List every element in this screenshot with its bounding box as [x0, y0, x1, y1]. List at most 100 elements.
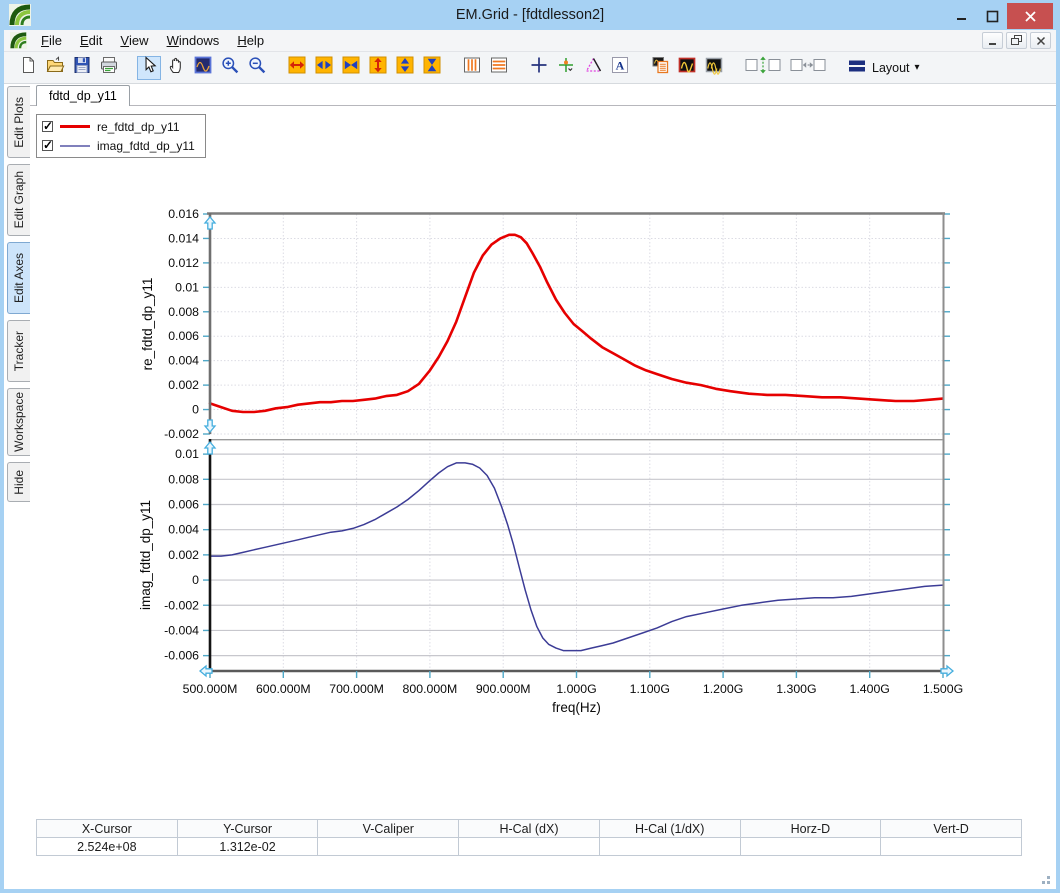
child-restore-button[interactable]	[1006, 32, 1027, 49]
vertical-gridlines-button[interactable]	[460, 56, 484, 80]
x-tick-label: 800.000M	[403, 682, 458, 696]
y-tick-label: 0.012	[168, 256, 199, 270]
expand-horizontal-button[interactable]	[285, 56, 309, 80]
y-axis-label: imag_fdtd_dp_y11	[138, 500, 153, 610]
axes-marker-icon	[556, 55, 576, 80]
layout-label: Layout	[872, 61, 910, 75]
y-tick-label: 0.008	[168, 472, 199, 486]
new-document-icon	[18, 55, 38, 80]
status-value	[741, 838, 882, 856]
child-close-button[interactable]	[1030, 32, 1051, 49]
y-tick-label: 0.014	[168, 231, 199, 245]
legend-checkbox[interactable]	[42, 121, 53, 132]
legend-checkbox[interactable]	[42, 140, 53, 151]
x-axis-label: freq(Hz)	[552, 700, 601, 715]
print-icon	[99, 55, 119, 80]
zoom-window-icon	[193, 55, 213, 80]
shrink-vertical-button[interactable]	[393, 56, 417, 80]
new-document-button[interactable]	[16, 56, 40, 80]
sidebar-tab-edit-axes[interactable]: Edit Axes	[7, 242, 30, 314]
status-value: 1.312e-02	[178, 838, 319, 856]
save-button[interactable]	[70, 56, 94, 80]
plot-list-icon	[650, 55, 670, 80]
fit-horizontal-button[interactable]	[339, 56, 363, 80]
x-tick-label: 900.000M	[476, 682, 531, 696]
select-cursor-button[interactable]	[137, 56, 161, 80]
cross-marker-button[interactable]	[527, 56, 551, 80]
y-tick-label: 0	[192, 573, 199, 587]
menu-file[interactable]: File	[32, 30, 71, 51]
chart[interactable]: 0.0160.0140.0120.010.0080.0060.0040.0020…	[130, 197, 965, 722]
child-minimize-button[interactable]	[982, 32, 1003, 49]
document-tab[interactable]: fdtd_dp_y11	[36, 85, 130, 106]
text-label-icon: A	[610, 55, 630, 80]
title-bar: EM.Grid - [fdtdlesson2]	[4, 0, 1056, 30]
split-horizontal-button[interactable]	[787, 56, 829, 80]
sidebar-tab-hide[interactable]: Hide	[7, 462, 30, 502]
menu-edit[interactable]: Edit	[71, 30, 111, 51]
show-all-traces-button[interactable]	[702, 56, 726, 80]
show-trace-button[interactable]	[675, 56, 699, 80]
zoom-out-button[interactable]	[245, 56, 269, 80]
expand-vertical-button[interactable]	[366, 56, 390, 80]
split-vertical-icon	[744, 55, 782, 80]
axis-handle-up-icon[interactable]	[205, 217, 215, 229]
sidebar-tab-label: Edit Graph	[12, 171, 26, 228]
y-tick-label: 0	[192, 403, 199, 417]
expand-vertical-icon	[368, 55, 388, 80]
open-file-icon	[45, 55, 65, 80]
sidebar-tab-workspace[interactable]: Workspace	[7, 388, 30, 456]
horizontal-gridlines-button[interactable]	[487, 56, 511, 80]
print-button[interactable]	[97, 56, 121, 80]
shrink-horizontal-button[interactable]	[312, 56, 336, 80]
fit-horizontal-icon	[341, 55, 361, 80]
y-tick-label: 0.004	[168, 523, 199, 537]
y-tick-label: -0.002	[164, 427, 199, 441]
status-bar: X-CursorY-CursorV-CaliperH-Cal (dX)H-Cal…	[36, 819, 1022, 856]
layout-icon	[847, 56, 867, 79]
close-button[interactable]	[1007, 3, 1053, 29]
sidebar-tab-edit-plots[interactable]: Edit Plots	[7, 86, 30, 158]
window-title: EM.Grid - [fdtdlesson2]	[4, 7, 1056, 23]
plot-list-button[interactable]	[648, 56, 672, 80]
app-logo-icon	[9, 4, 31, 26]
horizontal-gridlines-icon	[489, 55, 509, 80]
y-tick-label: 0.006	[168, 497, 199, 511]
pan-button[interactable]	[164, 56, 188, 80]
zoom-out-icon	[247, 55, 267, 80]
zoom-in-button[interactable]	[218, 56, 242, 80]
content-area: fdtd_dp_y11 re_fdtd_dp_y11imag_fdtd_dp_y…	[30, 84, 1056, 888]
y-tick-label: 0.002	[168, 548, 199, 562]
legend-line-sample	[60, 145, 90, 147]
x-tick-label: 1.400G	[850, 682, 890, 696]
axis-handle-up-icon[interactable]	[205, 442, 215, 454]
layout-dropdown[interactable]: Layout ▾	[847, 56, 920, 79]
menu-bar: FileEditViewWindowsHelp	[4, 30, 1056, 52]
menu-help[interactable]: Help	[228, 30, 273, 51]
split-vertical-button[interactable]	[742, 56, 784, 80]
split-horizontal-icon	[789, 55, 827, 80]
menu-bar-items: FileEditViewWindowsHelp	[32, 30, 273, 51]
shrink-horizontal-icon	[314, 55, 334, 80]
legend-item: imag_fdtd_dp_y11	[42, 138, 195, 153]
app-logo-small-icon	[10, 32, 27, 49]
resize-grip[interactable]	[1036, 870, 1050, 884]
y-tick-label: -0.004	[164, 623, 199, 637]
sidebar: Edit Plots Edit Graph Edit Axes Tracker Work…	[4, 84, 30, 888]
sidebar-tab-label: Tracker	[12, 331, 26, 371]
sidebar-tab-edit-graph[interactable]: Edit Graph	[7, 164, 30, 236]
text-label-button[interactable]: A	[608, 56, 632, 80]
menu-windows[interactable]: Windows	[158, 30, 229, 51]
open-file-button[interactable]	[43, 56, 67, 80]
menu-view[interactable]: View	[111, 30, 157, 51]
y-tick-label: 0.01	[175, 447, 199, 461]
axis-handle-down-icon[interactable]	[205, 420, 215, 432]
zoom-window-button[interactable]	[191, 56, 215, 80]
minimize-button[interactable]	[947, 3, 977, 29]
axes-marker-button[interactable]	[554, 56, 578, 80]
maximize-button[interactable]	[977, 3, 1007, 29]
fit-vertical-button[interactable]	[420, 56, 444, 80]
sidebar-tab-tracker[interactable]: Tracker	[7, 320, 30, 382]
delta-marker-button[interactable]	[581, 56, 605, 80]
y-tick-label: -0.006	[164, 649, 199, 663]
